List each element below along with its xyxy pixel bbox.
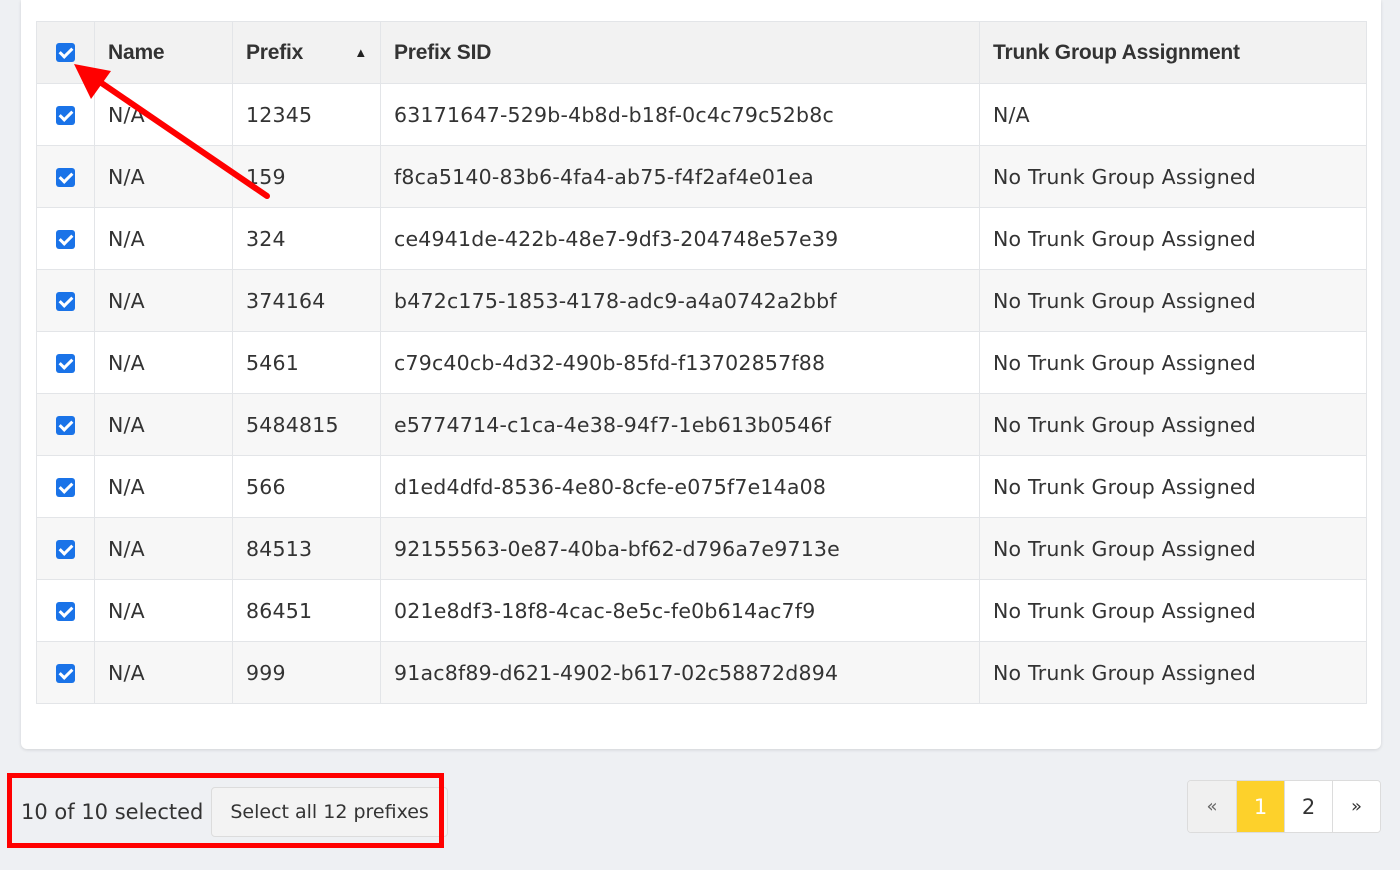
pagination: « 1 2 »: [1187, 780, 1381, 833]
table-row[interactable]: N/A 566 d1ed4dfd-8536-4e80-8cfe-e075f7e14a…: [36, 455, 1367, 518]
row-checkbox[interactable]: [56, 602, 75, 621]
cell-prefix: 999: [232, 641, 381, 704]
prefix-table: Name Prefix ▲ Prefix SID Trunk Group Ass…: [36, 21, 1367, 704]
table-row[interactable]: N/A 999 91ac8f89-d621-4902-b617-02c58872d8…: [36, 641, 1367, 704]
table-row[interactable]: N/A 84513 92155563-0e87-40ba-bf62-d796a7e9…: [36, 517, 1367, 580]
column-header-prefix-sid[interactable]: Prefix SID: [380, 21, 980, 84]
cell-trunk-group: No Trunk Group Assigned: [979, 145, 1367, 208]
pagination-page-1[interactable]: 1: [1236, 781, 1284, 832]
sort-ascending-icon[interactable]: ▲: [354, 45, 367, 60]
select-all-cell: [36, 21, 95, 84]
cell-trunk-group: No Trunk Group Assigned: [979, 207, 1367, 270]
cell-trunk-group: No Trunk Group Assigned: [979, 269, 1367, 332]
select-all-prefixes-button[interactable]: Select all 12 prefixes: [211, 787, 448, 837]
cell-trunk-group: No Trunk Group Assigned: [979, 393, 1367, 456]
row-checkbox[interactable]: [56, 292, 75, 311]
row-checkbox[interactable]: [56, 416, 75, 435]
prefix-table-card: Name Prefix ▲ Prefix SID Trunk Group Ass…: [21, 0, 1381, 749]
row-checkbox-cell: [36, 269, 95, 332]
cell-name: N/A: [94, 145, 233, 208]
cell-prefix: 5461: [232, 331, 381, 394]
row-checkbox-cell: [36, 641, 95, 704]
cell-prefix-sid: b472c175-1853-4178-adc9-a4a0742a2bbf: [380, 269, 980, 332]
table-header-row: Name Prefix ▲ Prefix SID Trunk Group Ass…: [36, 21, 1367, 84]
row-checkbox[interactable]: [56, 478, 75, 497]
cell-prefix-sid: 91ac8f89-d621-4902-b617-02c58872d894: [380, 641, 980, 704]
cell-prefix: 12345: [232, 83, 381, 146]
cell-prefix: 566: [232, 455, 381, 518]
cell-trunk-group: No Trunk Group Assigned: [979, 331, 1367, 394]
table-row[interactable]: N/A 5461 c79c40cb-4d32-490b-85fd-f13702857…: [36, 331, 1367, 394]
cell-name: N/A: [94, 269, 233, 332]
cell-prefix: 159: [232, 145, 381, 208]
row-checkbox-cell: [36, 393, 95, 456]
cell-prefix: 374164: [232, 269, 381, 332]
cell-prefix: 324: [232, 207, 381, 270]
column-header-name[interactable]: Name: [94, 21, 233, 84]
column-header-prefix-label: Prefix: [246, 40, 304, 64]
cell-name: N/A: [94, 517, 233, 580]
cell-trunk-group: No Trunk Group Assigned: [979, 641, 1367, 704]
cell-name: N/A: [94, 393, 233, 456]
row-checkbox[interactable]: [56, 168, 75, 187]
cell-prefix-sid: ce4941de-422b-48e7-9df3-204748e57e39: [380, 207, 980, 270]
pagination-prev-button[interactable]: «: [1188, 781, 1236, 832]
table-body: N/A 12345 63171647-529b-4b8d-b18f-0c4c79c5…: [36, 83, 1367, 704]
cell-prefix-sid: 63171647-529b-4b8d-b18f-0c4c79c52b8c: [380, 83, 980, 146]
cell-prefix-sid: f8ca5140-83b6-4fa4-ab75-f4f2af4e01ea: [380, 145, 980, 208]
table-row[interactable]: N/A 5484815 e5774714-c1ca-4e38-94f7-1eb613…: [36, 393, 1367, 456]
cell-prefix: 86451: [232, 579, 381, 642]
cell-prefix-sid: 92155563-0e87-40ba-bf62-d796a7e9713e: [380, 517, 980, 580]
cell-trunk-group: No Trunk Group Assigned: [979, 455, 1367, 518]
row-checkbox-cell: [36, 331, 95, 394]
cell-prefix-sid: d1ed4dfd-8536-4e80-8cfe-e075f7e14a08: [380, 455, 980, 518]
cell-prefix-sid: 021e8df3-18f8-4cac-8e5c-fe0b614ac7f9: [380, 579, 980, 642]
cell-name: N/A: [94, 83, 233, 146]
select-all-checkbox[interactable]: [56, 43, 75, 63]
row-checkbox-cell: [36, 455, 95, 518]
row-checkbox[interactable]: [56, 230, 75, 249]
pagination-next-button[interactable]: »: [1332, 781, 1380, 832]
cell-name: N/A: [94, 331, 233, 394]
table-row[interactable]: N/A 12345 63171647-529b-4b8d-b18f-0c4c79c5…: [36, 83, 1367, 146]
cell-prefix: 84513: [232, 517, 381, 580]
cell-name: N/A: [94, 579, 233, 642]
cell-prefix: 5484815: [232, 393, 381, 456]
cell-name: N/A: [94, 455, 233, 518]
cell-prefix-sid: c79c40cb-4d32-490b-85fd-f13702857f88: [380, 331, 980, 394]
row-checkbox-cell: [36, 83, 95, 146]
table-row[interactable]: N/A 159 f8ca5140-83b6-4fa4-ab75-f4f2af4e01…: [36, 145, 1367, 208]
row-checkbox-cell: [36, 207, 95, 270]
pagination-page-2[interactable]: 2: [1284, 781, 1332, 832]
cell-trunk-group: N/A: [979, 83, 1367, 146]
row-checkbox-cell: [36, 145, 95, 208]
row-checkbox-cell: [36, 579, 95, 642]
table-row[interactable]: N/A 86451 021e8df3-18f8-4cac-8e5c-fe0b614a…: [36, 579, 1367, 642]
cell-prefix-sid: e5774714-c1ca-4e38-94f7-1eb613b0546f: [380, 393, 980, 456]
row-checkbox[interactable]: [56, 664, 75, 683]
row-checkbox[interactable]: [56, 354, 75, 373]
row-checkbox[interactable]: [56, 540, 75, 559]
cell-name: N/A: [94, 641, 233, 704]
table-row[interactable]: N/A 374164 b472c175-1853-4178-adc9-a4a0742…: [36, 269, 1367, 332]
cell-trunk-group: No Trunk Group Assigned: [979, 517, 1367, 580]
table-row[interactable]: N/A 324 ce4941de-422b-48e7-9df3-204748e57e…: [36, 207, 1367, 270]
row-checkbox[interactable]: [56, 106, 75, 125]
cell-trunk-group: No Trunk Group Assigned: [979, 579, 1367, 642]
selection-count: 10 of 10 selected: [21, 800, 204, 824]
column-header-prefix[interactable]: Prefix ▲: [232, 21, 381, 84]
column-header-trunk-group[interactable]: Trunk Group Assignment: [979, 21, 1367, 84]
cell-name: N/A: [94, 207, 233, 270]
row-checkbox-cell: [36, 517, 95, 580]
selection-bar: 10 of 10 selected Select all 12 prefixes: [21, 787, 448, 837]
